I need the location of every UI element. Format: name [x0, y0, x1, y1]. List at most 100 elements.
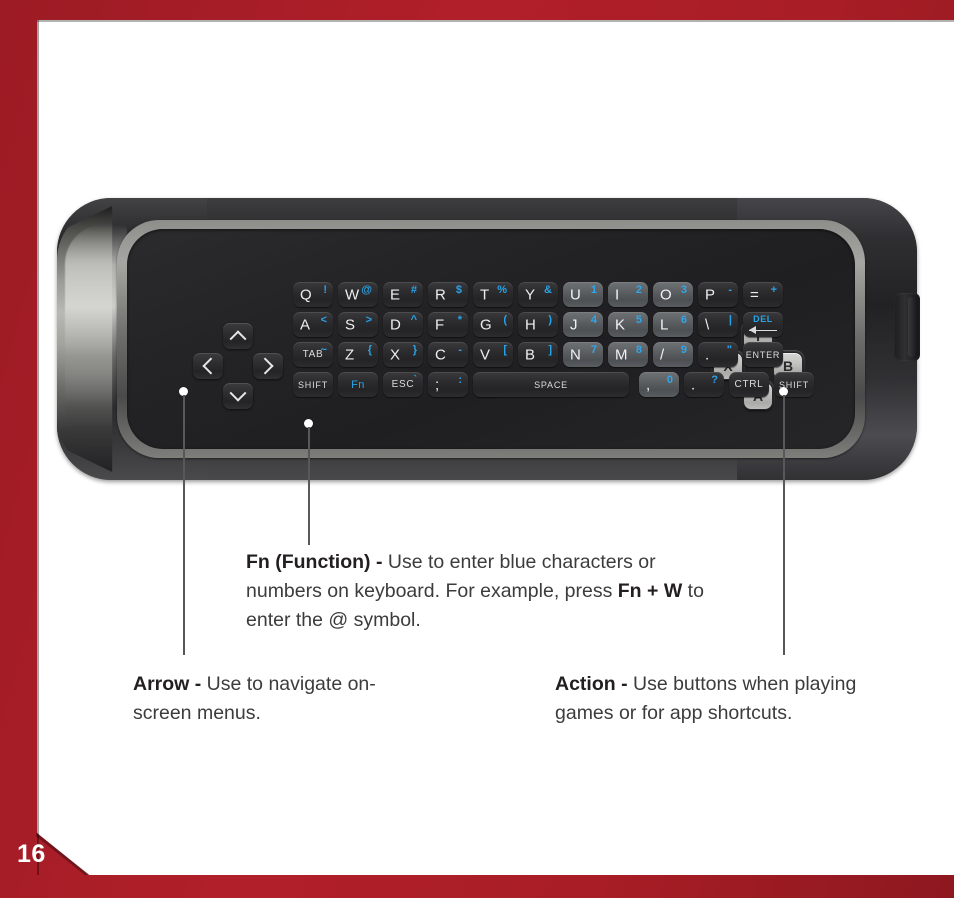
key-alt-label: ] [548, 344, 552, 356]
caption-fn-bold-2: W [663, 580, 683, 602]
key-alt-label: : [458, 374, 462, 386]
key-main-label: = [750, 286, 760, 303]
key-j[interactable]: J4 [563, 312, 603, 337]
key-alt-label: # [410, 284, 417, 296]
key-slash[interactable]: /9 [653, 342, 693, 367]
key-n[interactable]: N7 [563, 342, 603, 367]
key-main-label: R [435, 286, 447, 303]
key-q[interactable]: Q! [293, 282, 333, 307]
dpad-up-button[interactable] [223, 323, 253, 349]
key-backslash[interactable]: \ | [698, 312, 738, 337]
key-t[interactable]: T% [473, 282, 513, 307]
key-l[interactable]: L6 [653, 312, 693, 337]
key-alt-label: ` [413, 374, 417, 386]
key-alt-label: 7 [590, 344, 597, 356]
key-g[interactable]: G( [473, 312, 513, 337]
key-esc[interactable]: ESC ` [383, 372, 423, 397]
key-main-label: O [660, 286, 672, 303]
key-s[interactable]: S > [338, 312, 378, 337]
key-c[interactable]: C- [428, 342, 468, 367]
key-alt-label: 3 [680, 284, 687, 296]
key-main-label: ; [435, 376, 440, 393]
key-fn[interactable]: Fn [338, 372, 378, 397]
key-p[interactable]: P- [698, 282, 738, 307]
key-main-label: , [646, 376, 651, 393]
key-alt-label: 9 [680, 344, 687, 356]
page-top-shadow [37, 20, 954, 22]
dpad-down-button[interactable] [223, 383, 253, 409]
key-e[interactable]: E # [383, 282, 423, 307]
key-o[interactable]: O3 [653, 282, 693, 307]
key-alt-label: | [728, 314, 732, 326]
key-main-label: H [525, 316, 537, 333]
key-m[interactable]: M8 [608, 342, 648, 367]
key-main-label: / [660, 346, 665, 363]
key-alt-label: 1 [590, 284, 597, 296]
key-main-label: A [300, 316, 311, 333]
key-alt-label: ? [711, 374, 718, 386]
key-label: Fn [351, 378, 365, 391]
key-space[interactable]: SPACE [473, 372, 629, 397]
dpad-left-button[interactable] [193, 353, 223, 379]
key-main-label: E [390, 286, 401, 303]
key-period[interactable]: . " [698, 342, 738, 367]
key-alt-label: + [770, 284, 777, 296]
key-main-label: \ [705, 316, 710, 333]
key-main-label: G [480, 316, 492, 333]
key-alt-label: 4 [590, 314, 597, 326]
key-label: CTRL [734, 379, 764, 390]
key-shift[interactable]: SHIFT [293, 372, 333, 397]
key-semicolon[interactable]: ;: [428, 372, 468, 397]
key-alt-label: $ [455, 284, 462, 296]
key-del-label: DEL [753, 314, 773, 324]
key-equals[interactable]: = + [743, 282, 783, 307]
side-button[interactable] [894, 293, 920, 361]
key-k[interactable]: K5 [608, 312, 648, 337]
key-alt-label: & [544, 284, 552, 296]
key-alt-label: - [458, 344, 462, 356]
key-main-label: F [435, 316, 445, 333]
key-main-label: Z [345, 346, 355, 363]
key-main-label: Q [300, 286, 312, 303]
leader-line-arrow [183, 395, 185, 655]
key-f[interactable]: F * [428, 312, 468, 337]
key-main-label: S [345, 316, 356, 333]
key-del[interactable]: DEL [743, 312, 783, 337]
caption-fn: Fn (Function) - Use to enter blue charac… [246, 548, 726, 635]
key-z[interactable]: Z{ [338, 342, 378, 367]
dpad-right-button[interactable] [253, 353, 283, 379]
key-ctrl[interactable]: CTRL [729, 372, 769, 397]
key-a[interactable]: A < [293, 312, 333, 337]
key-main-label: P [705, 286, 716, 303]
key-r[interactable]: R $ [428, 282, 468, 307]
chevron-left-icon [202, 357, 220, 375]
key-tab[interactable]: TAB ~ [293, 342, 333, 367]
key-main-label: T [480, 286, 490, 303]
key-alt-label: { [367, 344, 372, 356]
key-v[interactable]: V[ [473, 342, 513, 367]
key-main-label: . [691, 376, 696, 393]
key-u[interactable]: U1 [563, 282, 603, 307]
remote-keyboard-device: Y X B A Q!W@E#R$T%Y&U1I2O3P-=+A<S>D^F*G(… [57, 198, 920, 480]
key-x[interactable]: X} [383, 342, 423, 367]
key-comma[interactable]: ,0 [639, 372, 679, 397]
key-alt-label: > [365, 314, 372, 326]
key-alt-label: 5 [635, 314, 642, 326]
key-period[interactable]: .? [684, 372, 724, 397]
key-alt-label: ! [323, 284, 327, 296]
key-w[interactable]: W @ [338, 282, 378, 307]
key-main-label: M [615, 346, 628, 363]
key-i[interactable]: I2 [608, 282, 648, 307]
chevron-up-icon [229, 330, 247, 348]
key-enter[interactable]: ENTER [743, 342, 783, 367]
leader-line-fn [308, 427, 310, 545]
key-label: ESC [391, 379, 415, 390]
key-b[interactable]: B] [518, 342, 558, 367]
key-h[interactable]: H) [518, 312, 558, 337]
caption-action: Action - Use buttons when playing games … [555, 670, 915, 728]
key-main-label: X [390, 346, 401, 363]
key-d[interactable]: D ^ [383, 312, 423, 337]
key-y[interactable]: Y & [518, 282, 558, 307]
caption-arrow: Arrow - Use to navigate on-screen menus. [133, 670, 433, 728]
key-main-label: K [615, 316, 626, 333]
